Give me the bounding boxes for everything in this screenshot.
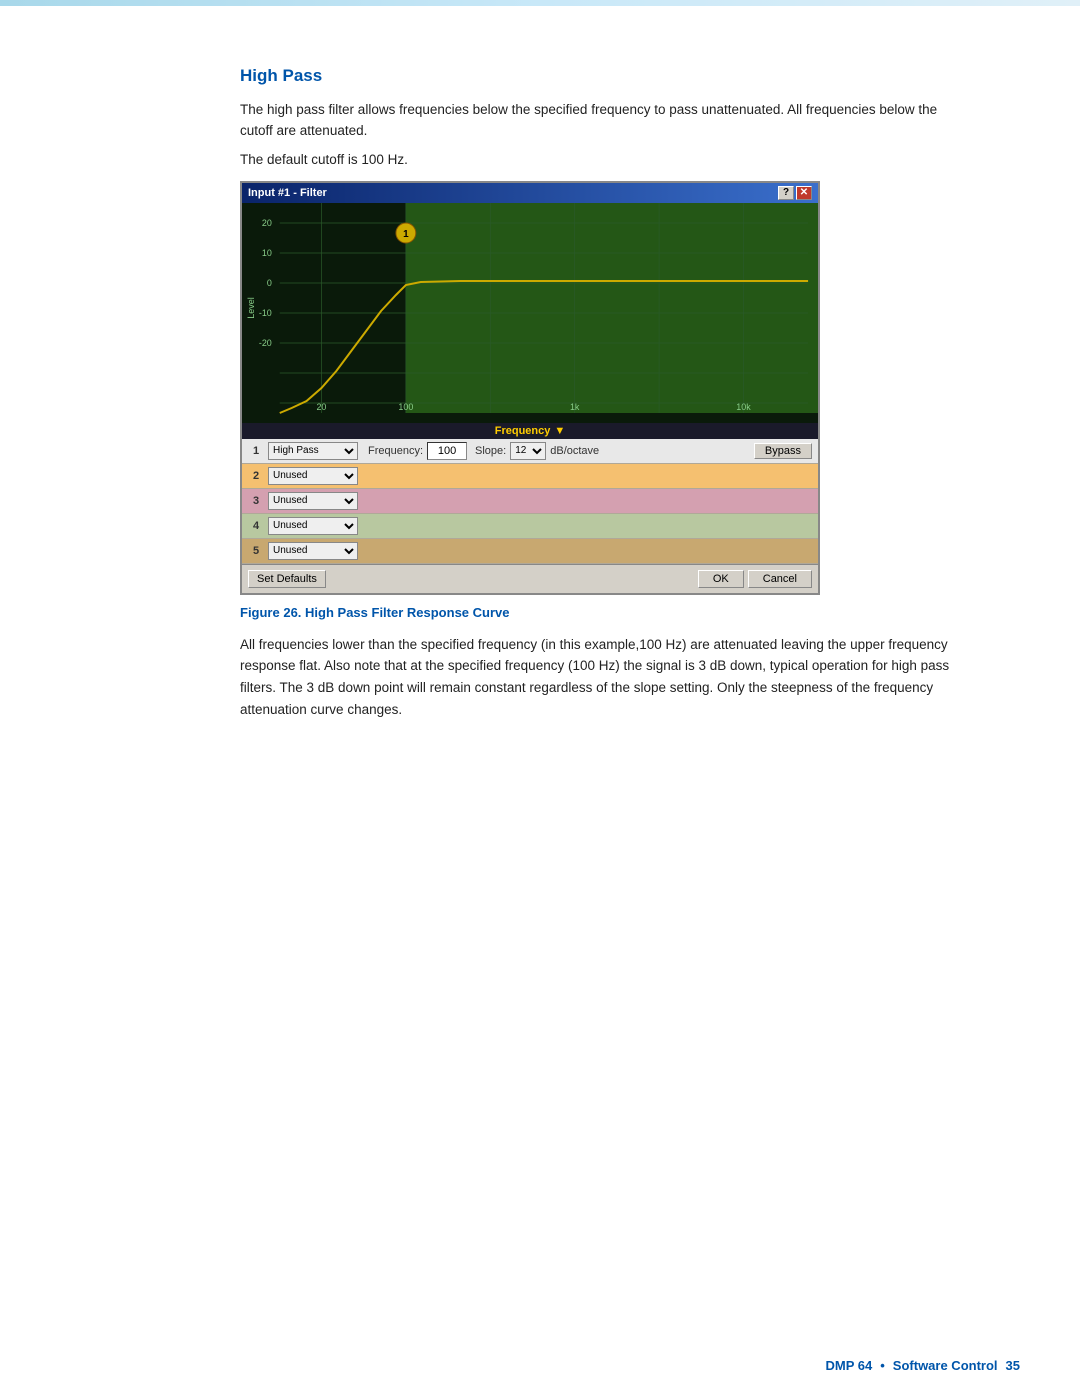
filter-row-4: 4 Unused High Pass Low Pass xyxy=(242,514,818,539)
row-5-type-select[interactable]: Unused High Pass Low Pass xyxy=(268,542,358,560)
page-content: High Pass The high pass filter allows fr… xyxy=(0,6,1080,780)
svg-text:20: 20 xyxy=(262,218,272,228)
filter-row-2: 2 Unused High Pass Low Pass xyxy=(242,464,818,489)
filter-rows: 1 High Pass Low Pass Unused Frequency: S… xyxy=(242,439,818,564)
svg-text:100: 100 xyxy=(398,402,413,412)
row-5-num: 5 xyxy=(248,545,264,557)
svg-text:1k: 1k xyxy=(570,402,580,412)
row-1-type-select[interactable]: High Pass Low Pass Unused xyxy=(268,442,358,460)
svg-text:10: 10 xyxy=(262,248,272,258)
footer-product: DMP 64 xyxy=(826,1358,873,1373)
row-1-freq-label: Frequency: xyxy=(368,445,423,457)
figure-caption-text: High Pass Filter Response Curve xyxy=(301,605,509,620)
titlebar-buttons: ? ✕ xyxy=(778,186,812,200)
svg-text:20: 20 xyxy=(316,402,326,412)
ok-button[interactable]: OK xyxy=(698,570,744,588)
set-defaults-button[interactable]: Set Defaults xyxy=(248,570,326,588)
filter-dialog: Input #1 - Filter ? ✕ xyxy=(240,181,820,595)
row-3-type-select[interactable]: Unused High Pass Low Pass xyxy=(268,492,358,510)
svg-text:1: 1 xyxy=(403,229,409,240)
figure-caption: Figure 26. High Pass Filter Response Cur… xyxy=(240,605,960,620)
section-title: High Pass xyxy=(240,66,960,86)
row-1-slope-select[interactable]: 12 6 18 24 xyxy=(510,442,546,460)
row-1-slope-label: Slope: xyxy=(475,445,506,457)
svg-text:10k: 10k xyxy=(736,402,751,412)
default-cutoff-text: The default cutoff is 100 Hz. xyxy=(240,152,960,167)
dialog-footer: Set Defaults OK Cancel xyxy=(242,564,818,593)
bypass-button[interactable]: Bypass xyxy=(754,443,812,459)
svg-text:-10: -10 xyxy=(259,308,272,318)
row-4-type-select[interactable]: Unused High Pass Low Pass xyxy=(268,517,358,535)
filter-row-1: 1 High Pass Low Pass Unused Frequency: S… xyxy=(242,439,818,464)
dialog-footer-right: OK Cancel xyxy=(698,570,812,588)
frequency-label-bar: Frequency ▼ xyxy=(242,423,818,439)
freq-arrow: ▼ xyxy=(554,425,565,437)
row-4-num: 4 xyxy=(248,520,264,532)
footer-page: 35 xyxy=(1006,1358,1020,1373)
footer-bullet: • xyxy=(880,1358,885,1373)
chart-container: 20 10 0 -10 -20 20 100 1k 10k Level xyxy=(242,203,818,439)
svg-text:Level: Level xyxy=(246,297,256,318)
chart-area: 20 10 0 -10 -20 20 100 1k 10k Level xyxy=(242,203,818,423)
footer-section: Software Control xyxy=(893,1358,998,1373)
row-3-num: 3 xyxy=(248,495,264,507)
row-1-num: 1 xyxy=(248,445,264,457)
figure-caption-bold: Figure 26. xyxy=(240,605,301,620)
dialog-titlebar: Input #1 - Filter ? ✕ xyxy=(242,183,818,203)
cancel-button[interactable]: Cancel xyxy=(748,570,812,588)
description-text: All frequencies lower than the specified… xyxy=(240,634,960,720)
svg-text:-20: -20 xyxy=(259,338,272,348)
row-2-num: 2 xyxy=(248,470,264,482)
svg-text:0: 0 xyxy=(267,278,272,288)
filter-row-5: 5 Unused High Pass Low Pass xyxy=(242,539,818,564)
row-2-type-select[interactable]: Unused High Pass Low Pass xyxy=(268,467,358,485)
intro-text: The high pass filter allows frequencies … xyxy=(240,100,960,142)
frequency-axis-label: Frequency xyxy=(495,425,551,437)
chart-svg: 20 10 0 -10 -20 20 100 1k 10k Level xyxy=(242,203,818,423)
row-1-dboct-label: dB/octave xyxy=(550,445,599,457)
row-1-freq-input[interactable] xyxy=(427,442,467,460)
page-footer: DMP 64 • Software Control 35 xyxy=(826,1358,1021,1373)
dialog-title: Input #1 - Filter xyxy=(248,187,327,199)
filter-row-3: 3 Unused High Pass Low Pass xyxy=(242,489,818,514)
close-button[interactable]: ✕ xyxy=(796,186,812,200)
help-button[interactable]: ? xyxy=(778,186,794,200)
